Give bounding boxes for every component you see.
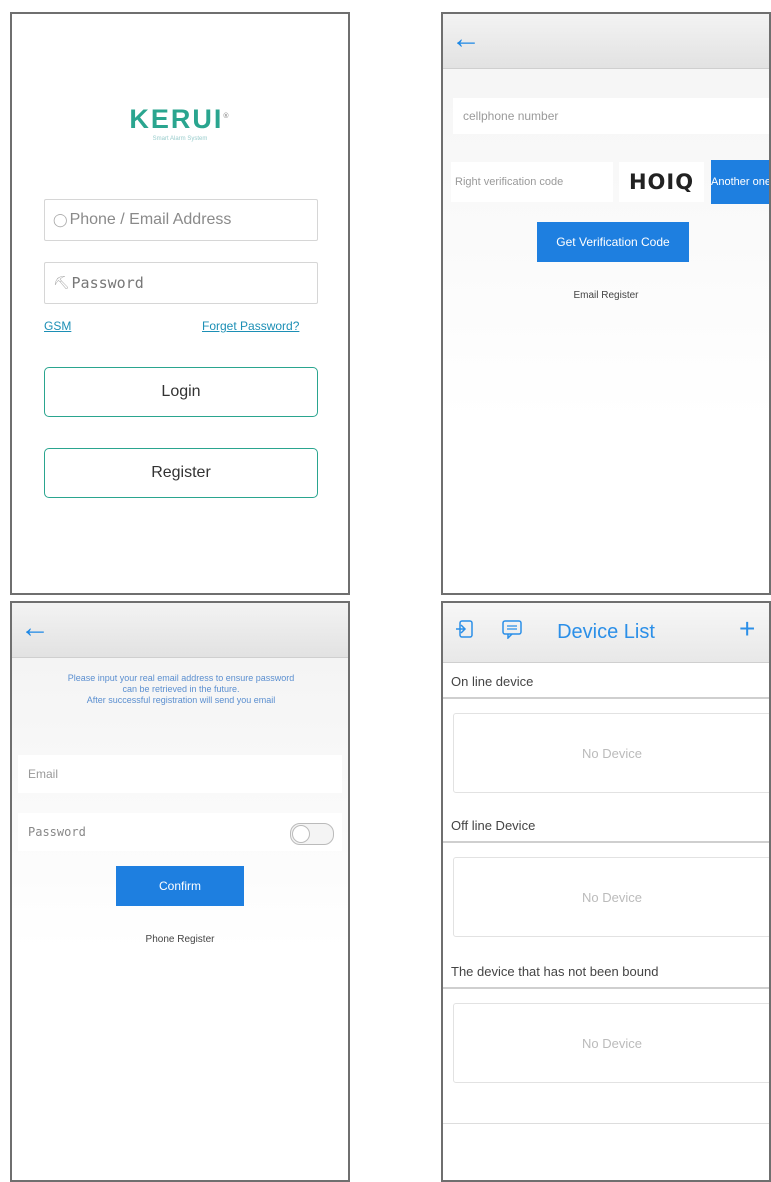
- confirm-button[interactable]: Confirm: [116, 866, 244, 906]
- online-device-box: No Device: [453, 713, 769, 793]
- get-verification-code-button[interactable]: Get Verification Code: [537, 222, 689, 262]
- user-icon: ◯: [53, 212, 68, 227]
- header-bar: Device List +: [443, 603, 769, 663]
- phone-register-link[interactable]: Phone Register: [12, 934, 348, 945]
- phone-email-input[interactable]: ◯ Phone / Email Address: [44, 199, 318, 241]
- verification-code-input[interactable]: Right verification code: [451, 162, 613, 202]
- email-register-screen: ← Please input your real email address t…: [10, 601, 350, 1182]
- login-screen: KERUI® Smart Alarm System ◯ Phone / Emai…: [10, 12, 350, 595]
- divider: [443, 1123, 769, 1124]
- notice-line: can be retrieved in the future.: [122, 684, 240, 694]
- email-input[interactable]: Email: [18, 755, 342, 793]
- offline-device-box: No Device: [453, 857, 769, 937]
- show-password-toggle[interactable]: [290, 823, 334, 845]
- cellphone-input[interactable]: cellphone number: [453, 98, 769, 134]
- device-list-screen: Device List + On line device No Device O…: [441, 601, 771, 1182]
- phone-email-placeholder: Phone / Email Address: [69, 211, 232, 228]
- gsm-link[interactable]: GSM: [44, 319, 71, 333]
- notice-line: Please input your real email address to …: [67, 673, 295, 683]
- cellphone-placeholder: cellphone number: [463, 109, 559, 123]
- email-placeholder: Email: [28, 767, 59, 781]
- login-button[interactable]: Login: [44, 367, 318, 417]
- header-bar: [443, 14, 769, 69]
- forget-password-link[interactable]: Forget Password?: [202, 319, 299, 333]
- verification-code-placeholder: Right verification code: [455, 176, 564, 188]
- add-device-icon[interactable]: +: [739, 615, 755, 643]
- back-arrow-icon[interactable]: ←: [451, 24, 481, 54]
- unbound-device-box: No Device: [453, 1003, 769, 1083]
- email-register-link[interactable]: Email Register: [443, 290, 769, 301]
- no-device-label: No Device: [582, 889, 642, 905]
- key-icon: ⛏: [53, 275, 70, 290]
- notice-line: After successful registration will send …: [86, 695, 276, 705]
- phone-register-screen: ← cellphone number Right verification co…: [441, 12, 771, 595]
- unbound-section-header: The device that has not been bound: [443, 955, 769, 989]
- no-device-label: No Device: [582, 1035, 642, 1051]
- captcha-image: HOIQ: [619, 162, 704, 202]
- password-placeholder: Password: [28, 825, 86, 839]
- no-device-label: No Device: [582, 745, 642, 761]
- captcha-text: HOIQ: [628, 170, 695, 194]
- offline-section-header: Off line Device: [443, 809, 769, 843]
- password-input[interactable]: Password: [18, 813, 342, 851]
- online-section-header: On line device: [443, 665, 769, 699]
- kerui-logo: KERUI®: [129, 104, 231, 134]
- logo-tagline: Smart Alarm System: [152, 136, 208, 142]
- header-bar: [12, 603, 348, 658]
- password-input[interactable]: ⛏ Password: [44, 262, 318, 304]
- page-title: Device List: [557, 621, 655, 643]
- email-notice: Please input your real email address to …: [18, 673, 344, 706]
- password-placeholder: Password: [71, 274, 144, 292]
- another-captcha-button[interactable]: Another one: [711, 160, 769, 204]
- back-arrow-icon[interactable]: ←: [20, 613, 50, 643]
- register-button[interactable]: Register: [44, 448, 318, 498]
